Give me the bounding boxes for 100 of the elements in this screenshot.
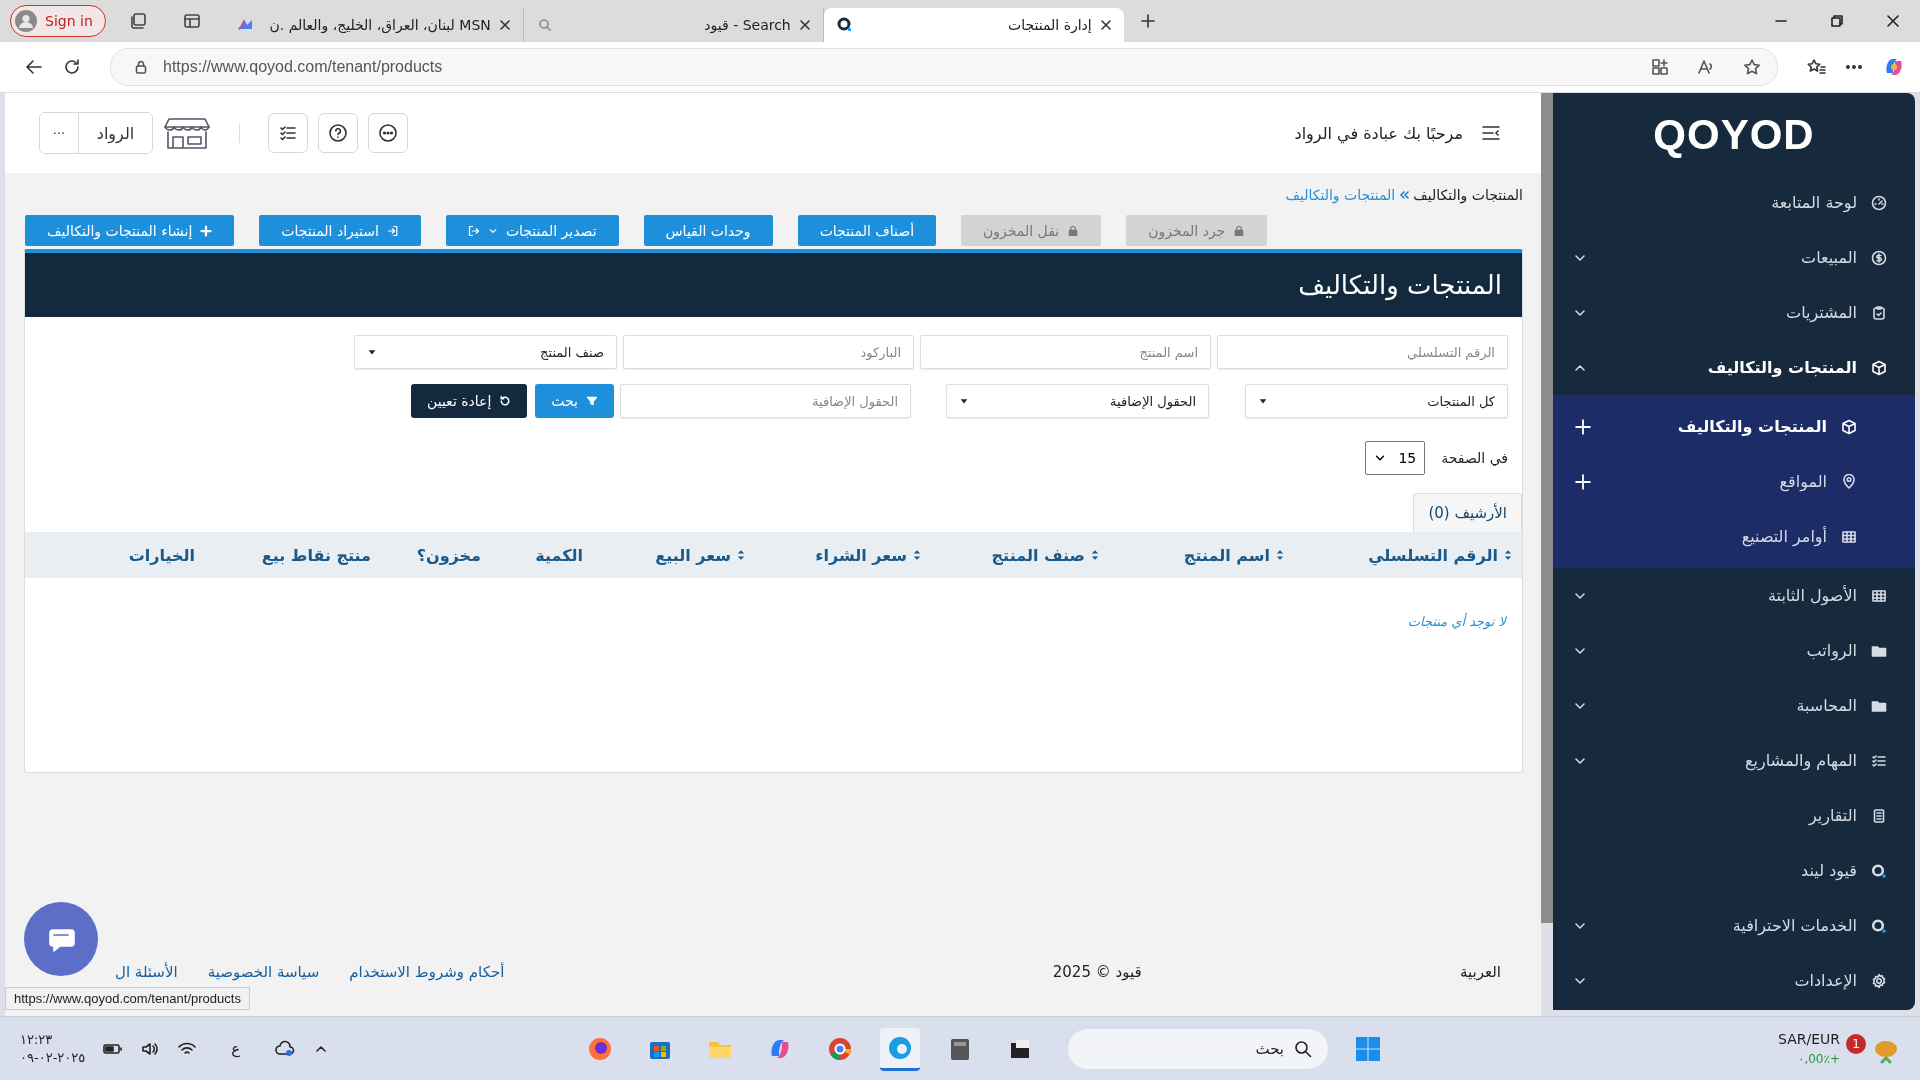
- sort-icon: [1091, 549, 1099, 561]
- archive-tab[interactable]: الأرشيف (0): [1413, 493, 1522, 532]
- dollar-icon: [1871, 249, 1887, 266]
- column-header[interactable]: الرقم التسلسلي: [1284, 545, 1512, 565]
- page-title: المنتجات والتكاليف: [1298, 270, 1502, 300]
- empty-message: لا توجد أي منتجات: [1406, 612, 1508, 629]
- sidebar-panel-icon[interactable]: [181, 11, 202, 31]
- dropdown[interactable]: الحقول الإضافية: [946, 384, 1209, 418]
- notification-badge: 1: [1846, 1034, 1866, 1054]
- store-icon[interactable]: [163, 115, 211, 151]
- input-language[interactable]: ع: [231, 1040, 241, 1058]
- qoyod-logo[interactable]: QOYOD: [1653, 111, 1815, 159]
- back-icon[interactable]: [24, 57, 44, 77]
- search-field[interactable]: بحث: [1068, 1029, 1328, 1069]
- column-header: مخزون؟: [415, 545, 481, 565]
- read-aloud-icon[interactable]: [1697, 58, 1715, 76]
- address-bar[interactable]: https://www.qoyod.com/tenant/products: [110, 48, 1778, 86]
- sign-out-icon: [467, 224, 480, 237]
- list-icon: [1871, 752, 1887, 769]
- clock-time[interactable]: ١٢:٢٣: [20, 1031, 86, 1049]
- sidebar-item[interactable]: الرواتب: [1553, 623, 1915, 678]
- clip-icon: [1871, 304, 1887, 321]
- caret-icon: [1258, 396, 1268, 406]
- input-field[interactable]: الحقول الإضافية: [620, 384, 911, 418]
- column-header: الخيارات: [127, 545, 195, 565]
- sidebar-item[interactable]: لوحة المتابعة: [1553, 175, 1915, 230]
- logo-mark-icon: [1871, 917, 1887, 934]
- column-header[interactable]: صنف المنتج: [921, 545, 1099, 565]
- input-field[interactable]: الباركود: [623, 335, 914, 369]
- site-logo-icon: [835, 16, 854, 34]
- plus-icon: [200, 224, 213, 237]
- column-header[interactable]: اسم المنتج: [1099, 545, 1284, 565]
- footer-link[interactable]: سياسة الخصوصية: [207, 963, 320, 981]
- app-grid-icon[interactable]: [1651, 58, 1669, 76]
- menu-icon[interactable]: [1481, 123, 1501, 143]
- language-link[interactable]: العربية: [1460, 963, 1501, 981]
- star-icon[interactable]: [1743, 58, 1761, 76]
- sign-in-icon: [386, 224, 399, 237]
- sidebar-item[interactable]: المنتجات والتكاليف: [1553, 340, 1915, 395]
- status-url: https://www.qoyod.com/tenant/products: [5, 987, 250, 1010]
- sidebar-item[interactable]: الخدمات الاحترافية: [1553, 898, 1915, 953]
- clock-date[interactable]: ٢٠٢٥-٠٢-٠٩: [20, 1049, 86, 1067]
- copyright-text: قيود © 2025: [1051, 963, 1142, 981]
- dropdown[interactable]: صنف المنتج: [354, 335, 617, 369]
- caret-icon: [367, 347, 377, 357]
- icon-button[interactable]: [268, 113, 308, 153]
- sign-in-button[interactable]: Sign in: [10, 5, 106, 37]
- sidebar-item[interactable]: المهام والمشاريع: [1553, 733, 1915, 788]
- icon-button[interactable]: [368, 113, 408, 153]
- close-icon[interactable]: [498, 19, 511, 31]
- sidebar-item[interactable]: التقارير: [1553, 788, 1915, 843]
- new-tab-icon[interactable]: [1139, 13, 1156, 29]
- close-icon[interactable]: [1886, 14, 1900, 28]
- submenu-item[interactable]: المنتجات والتكاليف: [1553, 399, 1915, 454]
- sort-icon: [913, 549, 921, 561]
- dropdown[interactable]: كل المنتجات: [1245, 384, 1508, 418]
- ticker-change: ٠,00٪+: [1797, 1051, 1840, 1068]
- edge-icon[interactable]: [880, 1027, 920, 1071]
- breadcrumb-separator-icon: [1399, 190, 1410, 200]
- column-header[interactable]: سعر البيع: [583, 545, 745, 565]
- sort-icon: [737, 549, 745, 561]
- filter-icon: [586, 395, 598, 407]
- reload-icon[interactable]: [62, 57, 82, 77]
- wifi-icon[interactable]: [177, 1041, 198, 1057]
- caret-icon: [959, 396, 969, 406]
- chat-icon: [378, 123, 398, 143]
- favorites-icon[interactable]: [1806, 57, 1826, 77]
- reset-button[interactable]: إعادة تعيين: [411, 384, 528, 418]
- ticker-name: SAR/EUR: [1778, 1030, 1840, 1049]
- add-icon[interactable]: [1575, 418, 1591, 435]
- breadcrumb-item: المنتجات والتكاليف: [1413, 187, 1523, 203]
- per-page-select[interactable]: 15: [1365, 441, 1426, 475]
- sidebar-item[interactable]: الإعدادات: [1553, 953, 1915, 1008]
- submenu-item[interactable]: المواقع: [1553, 454, 1915, 509]
- close-icon[interactable]: [798, 19, 811, 31]
- column-header[interactable]: سعر الشراء: [745, 545, 921, 565]
- volume-icon[interactable]: [141, 1041, 160, 1057]
- maximize-icon[interactable]: [1830, 14, 1844, 28]
- input-field[interactable]: اسم المنتج: [920, 335, 1211, 369]
- sidebar-item[interactable]: قيود ليند: [1553, 843, 1915, 898]
- scrollbar[interactable]: [1541, 93, 1553, 923]
- battery-icon[interactable]: [103, 1041, 124, 1057]
- cloud-sync-icon[interactable]: [274, 1040, 297, 1058]
- avatar-icon: [15, 10, 37, 32]
- submenu-item[interactable]: أوامر التصنيع: [1553, 509, 1915, 564]
- grid-icon: [1871, 587, 1887, 604]
- sort-icon: [1276, 549, 1284, 561]
- per-page-label: في الصفحة: [1441, 450, 1508, 466]
- sidebar-item[interactable]: المبيعات: [1553, 230, 1915, 285]
- input-field[interactable]: الرقم التسلسلي: [1217, 335, 1508, 369]
- footer-link[interactable]: الأسئلة ال: [115, 963, 178, 981]
- sidebar-item[interactable]: المشتريات: [1553, 285, 1915, 340]
- sidebar-item[interactable]: الأصول الثابتة: [1553, 568, 1915, 623]
- add-icon[interactable]: [1575, 473, 1591, 490]
- sidebar-item[interactable]: المحاسبة: [1553, 678, 1915, 733]
- browser-tab[interactable]: إدارة المنتجات: [823, 8, 1124, 42]
- close-icon[interactable]: [1099, 19, 1112, 31]
- footer-link[interactable]: أحكام وشروط الاستخدام: [349, 963, 505, 981]
- icon-button[interactable]: [318, 113, 358, 153]
- company-button[interactable]: الرواد: [78, 113, 152, 153]
